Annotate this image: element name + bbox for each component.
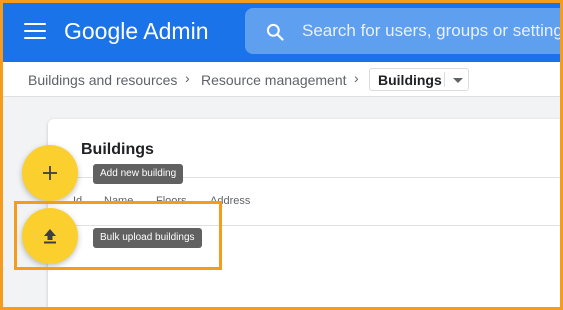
search-bar[interactable]: Search for users, groups or settings [245, 8, 563, 54]
main-content: Buildings Id Name Floors Address [0, 97, 563, 310]
breadcrumb: Buildings and resources › Resource manag… [0, 62, 563, 97]
search-icon[interactable] [265, 22, 285, 42]
column-header-id[interactable]: Id [73, 195, 82, 207]
chevron-right-icon: › [354, 70, 359, 86]
app-title[interactable]: Google Admin [64, 17, 208, 45]
column-header-address[interactable]: Address [210, 195, 250, 207]
hamburger-menu-icon[interactable] [24, 23, 46, 39]
breadcrumb-resource-management[interactable]: Resource management [201, 72, 347, 88]
divider [68, 225, 563, 226]
column-header-floors[interactable]: Floors [156, 195, 187, 207]
caret-down-icon[interactable] [453, 78, 463, 83]
select-divider [444, 72, 445, 87]
bulk-upload-button[interactable] [22, 208, 78, 264]
chevron-right-icon: › [185, 70, 190, 86]
bulk-upload-tooltip: Bulk upload buildings [93, 228, 202, 248]
plus-icon [43, 166, 57, 180]
top-app-bar: Google Admin Search for users, groups or… [0, 0, 563, 62]
column-header-name[interactable]: Name [104, 195, 133, 207]
card-title: Buildings [81, 141, 154, 158]
upload-icon [44, 229, 56, 244]
breadcrumb-current-select[interactable]: Buildings [369, 68, 469, 91]
add-building-button[interactable] [22, 145, 78, 201]
search-input[interactable]: Search for users, groups or settings [302, 20, 563, 42]
breadcrumb-current-label: Buildings [378, 72, 442, 88]
buildings-card: Buildings Id Name Floors Address [48, 119, 563, 310]
add-building-tooltip: Add new building [93, 164, 184, 184]
breadcrumb-buildings-and-resources[interactable]: Buildings and resources [28, 72, 177, 88]
